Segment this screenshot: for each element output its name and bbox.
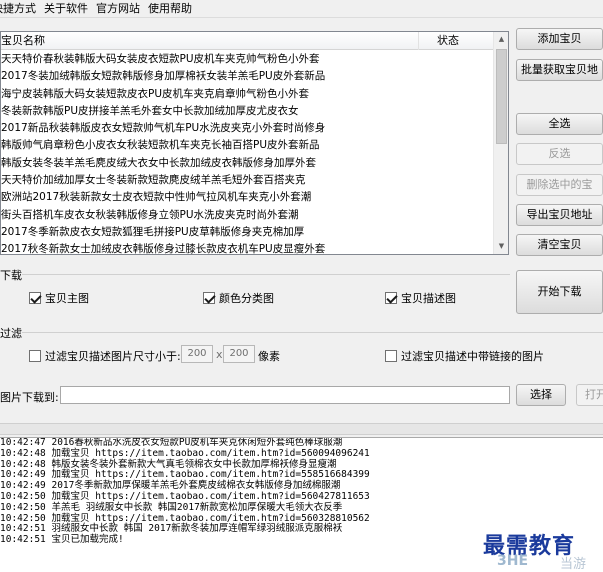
- checkbox-main-image[interactable]: [29, 292, 41, 304]
- option-main-image-label: 宝贝主图: [45, 292, 89, 305]
- menu-website[interactable]: 官方网站: [96, 0, 148, 18]
- menu-bar: 快捷方式 关于软件 官方网站 使用帮助: [0, 0, 603, 18]
- watermark-logo: 3HE: [497, 553, 529, 569]
- size-unit: 像素: [258, 350, 280, 363]
- list-item[interactable]: 海宁皮装韩版大码女装短款皮衣PU皮机车夹克肩章帅气粉色小外套: [1, 86, 494, 103]
- scroll-up-arrow-icon[interactable]: ▲: [494, 32, 508, 47]
- scroll-down-arrow-icon[interactable]: ▼: [494, 239, 508, 254]
- list-item[interactable]: 2017冬季新款皮衣女短款狐狸毛拼接PU皮草韩版修身夹克棉加厚: [1, 224, 494, 241]
- option-main-image[interactable]: 宝贝主图: [29, 290, 89, 306]
- list-header: 宝贝名称 状态: [1, 32, 494, 50]
- list-item[interactable]: 韩版女装冬装羊羔毛麂皮绒大衣女中长款加绒皮衣韩版修身加厚外套: [1, 155, 494, 172]
- menu-about[interactable]: 关于软件: [44, 0, 96, 18]
- download-divider: [22, 274, 510, 275]
- filter-section-label: 过滤: [0, 327, 22, 340]
- list-item[interactable]: 天天特价春秋装韩版大码女装皮衣短款PU皮机车夹克帅气粉色小外套: [1, 51, 494, 68]
- column-header-status[interactable]: 状态: [419, 32, 494, 50]
- list-item[interactable]: 韩版帅气肩章粉色小皮衣女秋装短款机车夹克长袖百搭PU皮外套新品: [1, 137, 494, 154]
- list-item[interactable]: 2017新品秋装韩版皮衣女短款帅气机车PU水洗皮夹克小外套时尚修身: [1, 120, 494, 137]
- download-progress-bar: [0, 423, 603, 435]
- download-path-label: 图片下载到:: [0, 391, 59, 404]
- watermark-sub: 当游: [560, 557, 587, 572]
- clear-items-button[interactable]: 清空宝贝: [516, 234, 603, 256]
- delete-selected-button[interactable]: 删除选中的宝: [516, 174, 603, 196]
- log-line: 10:42:50 羊羔毛 羽绒服女中长款 韩国2017新款宽松加厚保暖大毛领大衣…: [0, 501, 343, 513]
- option-desc-image[interactable]: 宝贝描述图: [385, 290, 456, 306]
- export-address-button[interactable]: 导出宝贝地址: [516, 204, 603, 226]
- list-item[interactable]: 街头百搭机车皮衣女秋装韩版修身立领PU水洗皮夹克时尚外套潮: [1, 207, 494, 224]
- download-section-label: 下载: [0, 269, 22, 282]
- invert-selection-button[interactable]: 反选: [516, 143, 603, 165]
- min-width-input[interactable]: 200: [181, 345, 213, 363]
- list-item[interactable]: 2017秋冬新款女士加绒皮衣韩版修身过膝长款皮衣机车PU皮显瘦外套: [1, 241, 494, 254]
- menu-help[interactable]: 使用帮助: [148, 0, 200, 18]
- column-header-name[interactable]: 宝贝名称: [1, 32, 419, 50]
- list-item[interactable]: 欧洲站2017秋装新款女士皮衣短款中性帅气拉风机车夹克小外套潮: [1, 189, 494, 206]
- filter-divider: [22, 332, 603, 333]
- log-line: 10:42:48 加载宝贝 https://item.taobao.com/it…: [0, 447, 370, 459]
- list-scrollbar[interactable]: ▲ ▼: [493, 32, 508, 254]
- list-item[interactable]: 天天特价加绒加厚女士冬装新款短款麂皮绒羊羔毛短外套百搭夹克: [1, 172, 494, 189]
- list-item[interactable]: 冬装新款韩版PU皮拼接羊羔毛外套女中长款加绒加厚皮尤皮衣女: [1, 103, 494, 120]
- checkbox-filter-links[interactable]: [385, 350, 397, 362]
- checkbox-filter-size[interactable]: [29, 350, 41, 362]
- list-item[interactable]: 2017冬装加绒韩版女短款韩版修身加厚棉袄女装羊羔毛PU皮外套新品: [1, 68, 494, 85]
- batch-fetch-button[interactable]: 批量获取宝贝地: [516, 59, 603, 81]
- option-color-image-label: 颜色分类图: [219, 292, 274, 305]
- add-item-button[interactable]: 添加宝贝: [516, 28, 603, 50]
- option-desc-image-label: 宝贝描述图: [401, 292, 456, 305]
- choose-folder-button[interactable]: 选择: [516, 384, 566, 406]
- checkbox-color-image[interactable]: [203, 292, 215, 304]
- scrollbar-thumb[interactable]: [496, 49, 507, 144]
- option-filter-size[interactable]: 过滤宝贝描述图片尺寸小于:: [29, 348, 181, 364]
- product-list[interactable]: 宝贝名称 状态 天天特价春秋装韩版大码女装皮衣短款PU皮机车夹克帅气粉色小外套 …: [0, 31, 509, 255]
- menu-shortcuts[interactable]: 快捷方式: [0, 0, 44, 18]
- min-height-input[interactable]: 200: [223, 345, 255, 363]
- checkbox-desc-image[interactable]: [385, 292, 397, 304]
- option-filter-links[interactable]: 过滤宝贝描述中带链接的图片: [385, 348, 544, 364]
- start-download-button[interactable]: 开始下载: [516, 270, 603, 314]
- download-path-input[interactable]: [60, 386, 510, 404]
- list-rows: 天天特价春秋装韩版大码女装皮衣短款PU皮机车夹克帅气粉色小外套 2017冬装加绒…: [1, 51, 494, 254]
- select-all-button[interactable]: 全选: [516, 113, 603, 135]
- option-filter-links-label: 过滤宝贝描述中带链接的图片: [401, 350, 544, 363]
- size-separator: x: [216, 348, 223, 361]
- open-folder-button[interactable]: 打开: [576, 384, 603, 406]
- option-color-image[interactable]: 颜色分类图: [203, 290, 274, 306]
- option-filter-size-label: 过滤宝贝描述图片尺寸小于:: [45, 350, 181, 363]
